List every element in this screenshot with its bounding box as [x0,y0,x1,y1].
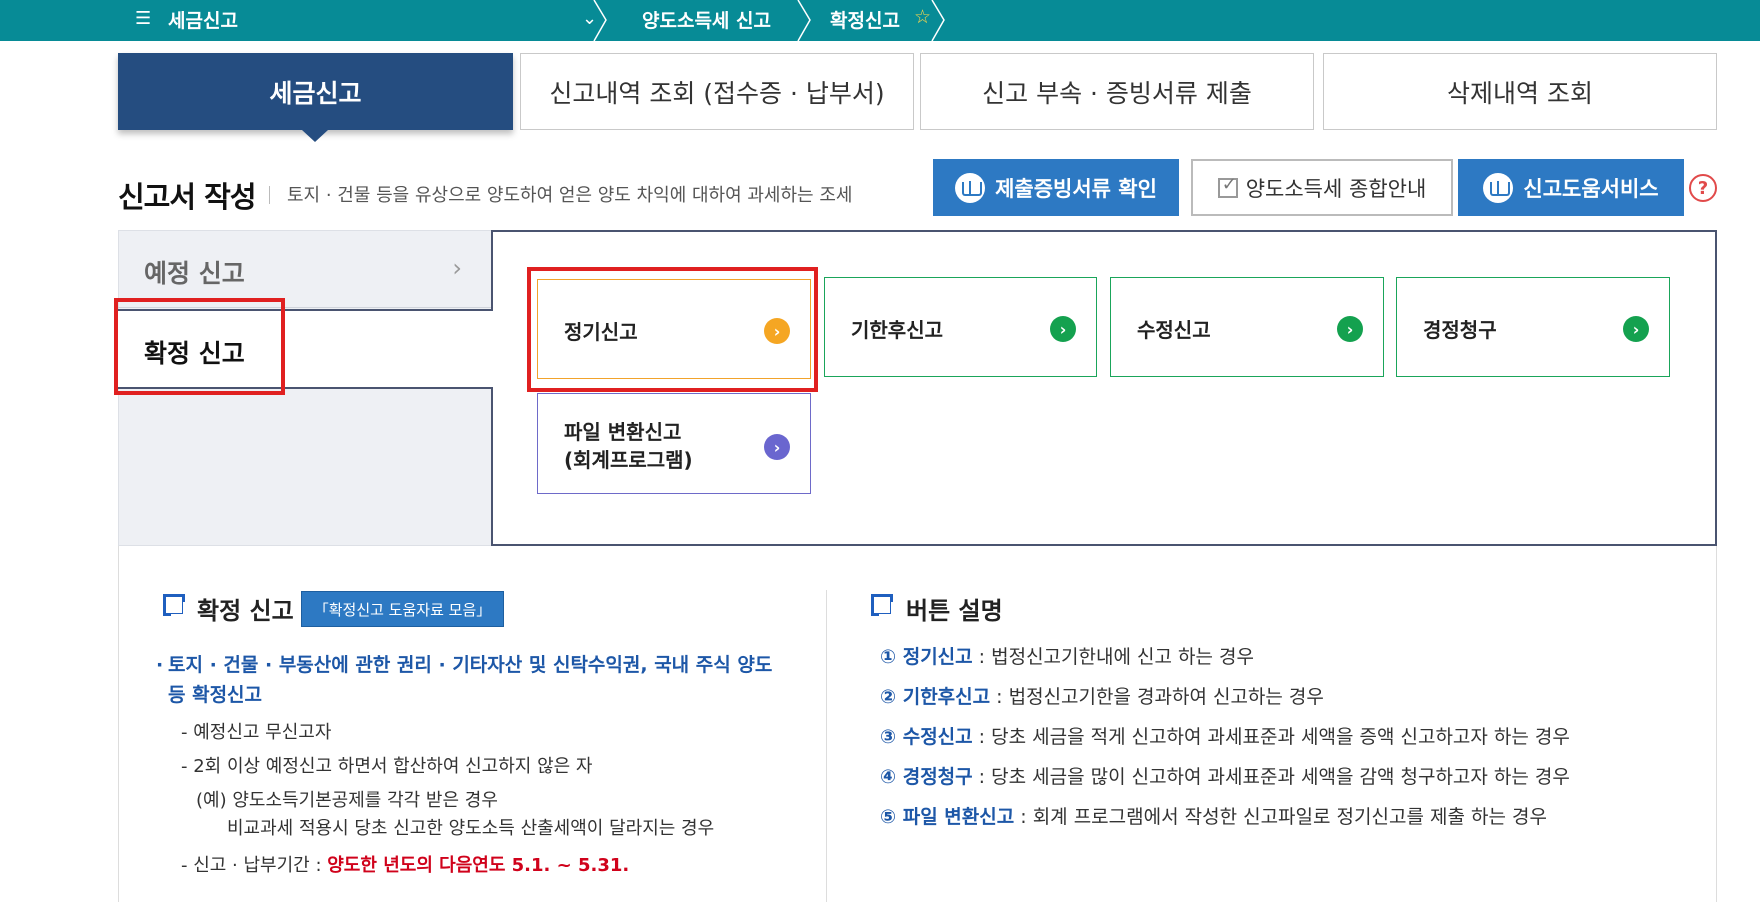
breadcrumb-item-transfer-tax[interactable]: 양도소득세 신고 [642,6,771,33]
late-report-card[interactable]: 기한후신고 › [824,277,1097,377]
page-description: 토지 · 건물 등을 유상으로 양도하여 얻은 양도 차익에 대하여 과세하는 … [287,185,853,206]
explanation-item: ① 정기신고 : 법정신고기한내에 신고 하는 경우 [880,642,1254,669]
top-navigation-bar: ☰ 세금신고 ⌄ 양도소득세 신고 확정신고 ☆ [0,0,1760,41]
tab-tax-report[interactable]: 세금신고 [118,53,513,130]
condition-item: - 2회 이상 예정신고 하면서 합산하여 신고하지 않은 자 [181,756,593,777]
explanation-item: ② 기한후신고 : 법정신고기한을 경과하여 신고하는 경우 [880,682,1324,709]
item-key: 정기신고 [902,646,973,668]
menu-title[interactable]: 세금신고 [168,6,238,33]
guide-button[interactable]: 양도소득세 종합안내 [1191,159,1453,216]
final-report-scope: 토지 · 건물 · 부동산에 관한 권리 · 기타자산 및 신탁수익권, 국내 … [156,650,778,710]
period-label: - 신고 · 납부기간 : [181,855,328,876]
item-number: ④ [880,766,897,788]
card-label: 경정청구 [1423,318,1497,342]
checkbox-icon [1217,174,1238,198]
item-key: 수정신고 [902,726,973,748]
book-icon [955,172,986,203]
item-key: 경정청구 [902,766,973,788]
correction-claim-card[interactable]: 경정청구 › [1396,277,1670,377]
card-label-line2: (회계프로그램) [564,448,693,472]
tab-report-history[interactable]: 신고내역 조회 (접수증 · 납부서) [520,53,914,130]
question-help-icon[interactable]: ? [1689,174,1717,202]
regular-report-card[interactable]: 정기신고 › [537,279,811,379]
item-text: : 법정신고기한내에 신고 하는 경우 [972,646,1254,668]
breadcrumb-item-final[interactable]: 확정신고 [830,6,900,33]
breadcrumb-separator-icon [592,0,610,41]
button-explanation-heading: 버튼 설명 [906,597,1003,625]
file-conversion-card[interactable]: 파일 변환신고 (회계프로그램) › [537,393,811,494]
arrow-right-circle-icon: › [764,318,790,344]
panel-border [491,230,493,311]
card-label: 기한후신고 [851,318,943,342]
proof-docs-label: 제출증빙서류 확인 [995,176,1157,201]
square-bullet-icon [163,594,186,617]
explanation-item: ③ 수정신고 : 당초 세금을 적게 신고하여 과세표준과 세액을 증액 신고하… [880,722,1570,749]
card-label-line1: 파일 변환신고 [564,420,682,444]
item-number: ③ [880,726,897,748]
chevron-right-icon: › [452,254,462,282]
arrow-right-circle-icon: › [764,434,790,460]
help-service-button[interactable]: 신고도움서비스 [1458,159,1684,216]
tab-attachment-submit[interactable]: 신고 부속 · 증빙서류 제출 [920,53,1314,130]
breadcrumb-separator-icon [930,0,948,41]
page-title: 신고서 작성 [118,180,256,214]
help-service-label: 신고도움서비스 [1523,176,1659,201]
card-label: 정기신고 [564,320,638,344]
square-bullet-icon [871,594,894,617]
proof-docs-button[interactable]: 제출증빙서류 확인 [933,159,1179,216]
item-key: 파일 변환신고 [902,806,1015,828]
final-report-help-button[interactable]: 「확정신고 도움자료 모음」 [301,591,504,627]
guide-label: 양도소득세 종합안내 [1245,176,1427,201]
item-number: ② [880,686,897,708]
explanation-item: ④ 경정청구 : 당초 세금을 많이 신고하여 과세표준과 세액을 감액 청구하… [880,762,1570,789]
final-report-heading: 확정 신고 [197,597,294,625]
item-text: : 당초 세금을 많이 신고하여 과세표준과 세액을 감액 청구하고자 하는 경… [972,766,1570,788]
column-divider [826,590,827,902]
item-text: : 회계 프로그램에서 작성한 신고파일로 정기신고를 제출 하는 경우 [1014,806,1547,828]
active-tab-pointer [302,130,328,142]
period-value: 양도한 년도의 다음연도 5.1. ~ 5.31. [327,855,630,876]
panel-border [491,387,493,546]
amend-report-card[interactable]: 수정신고 › [1110,277,1384,377]
period-item: - 신고 · 납부기간 : 양도한 년도의 다음연도 5.1. ~ 5.31. [181,851,629,877]
hamburger-menu-icon[interactable]: ☰ [135,8,151,29]
condition-item: - 예정신고 무신고자 [181,722,332,743]
item-text: : 당초 세금을 적게 신고하여 과세표준과 세액을 증액 신고하고자 하는 경… [972,726,1570,748]
explanation-item: ⑤ 파일 변환신고 : 회계 프로그램에서 작성한 신고파일로 정기신고를 제출… [880,802,1547,829]
item-number: ⑤ [880,806,897,828]
item-text: : 법정신고기한을 경과하여 신고하는 경우 [990,686,1324,708]
star-favorite-icon[interactable]: ☆ [914,6,931,28]
sidebar-item-label: 예정 신고 [144,259,245,288]
sidebar-item-final[interactable]: 확정 신고 [118,309,496,389]
breadcrumb-separator-icon [796,0,814,41]
sidebar-item-preliminary[interactable]: 예정 신고 › [118,230,492,308]
title-divider [269,186,270,204]
tab-deleted-history[interactable]: 삭제내역 조회 [1323,53,1717,130]
arrow-right-circle-icon: › [1050,316,1076,342]
example-item: 비교과세 적용시 당초 신고한 양도소득 산출세액이 달라지는 경우 [227,818,715,839]
item-number: ① [880,646,897,668]
book-icon [1483,172,1514,203]
sidebar-item-label: 확정 신고 [144,339,245,368]
item-key: 기한후신고 [902,686,991,708]
example-item: (예) 양도소득기본공제를 각각 받은 경우 [196,790,498,811]
card-label: 수정신고 [1137,318,1211,342]
card-label: 파일 변환신고 (회계프로그램) [564,418,693,474]
arrow-right-circle-icon: › [1623,316,1649,342]
arrow-right-circle-icon: › [1337,316,1363,342]
